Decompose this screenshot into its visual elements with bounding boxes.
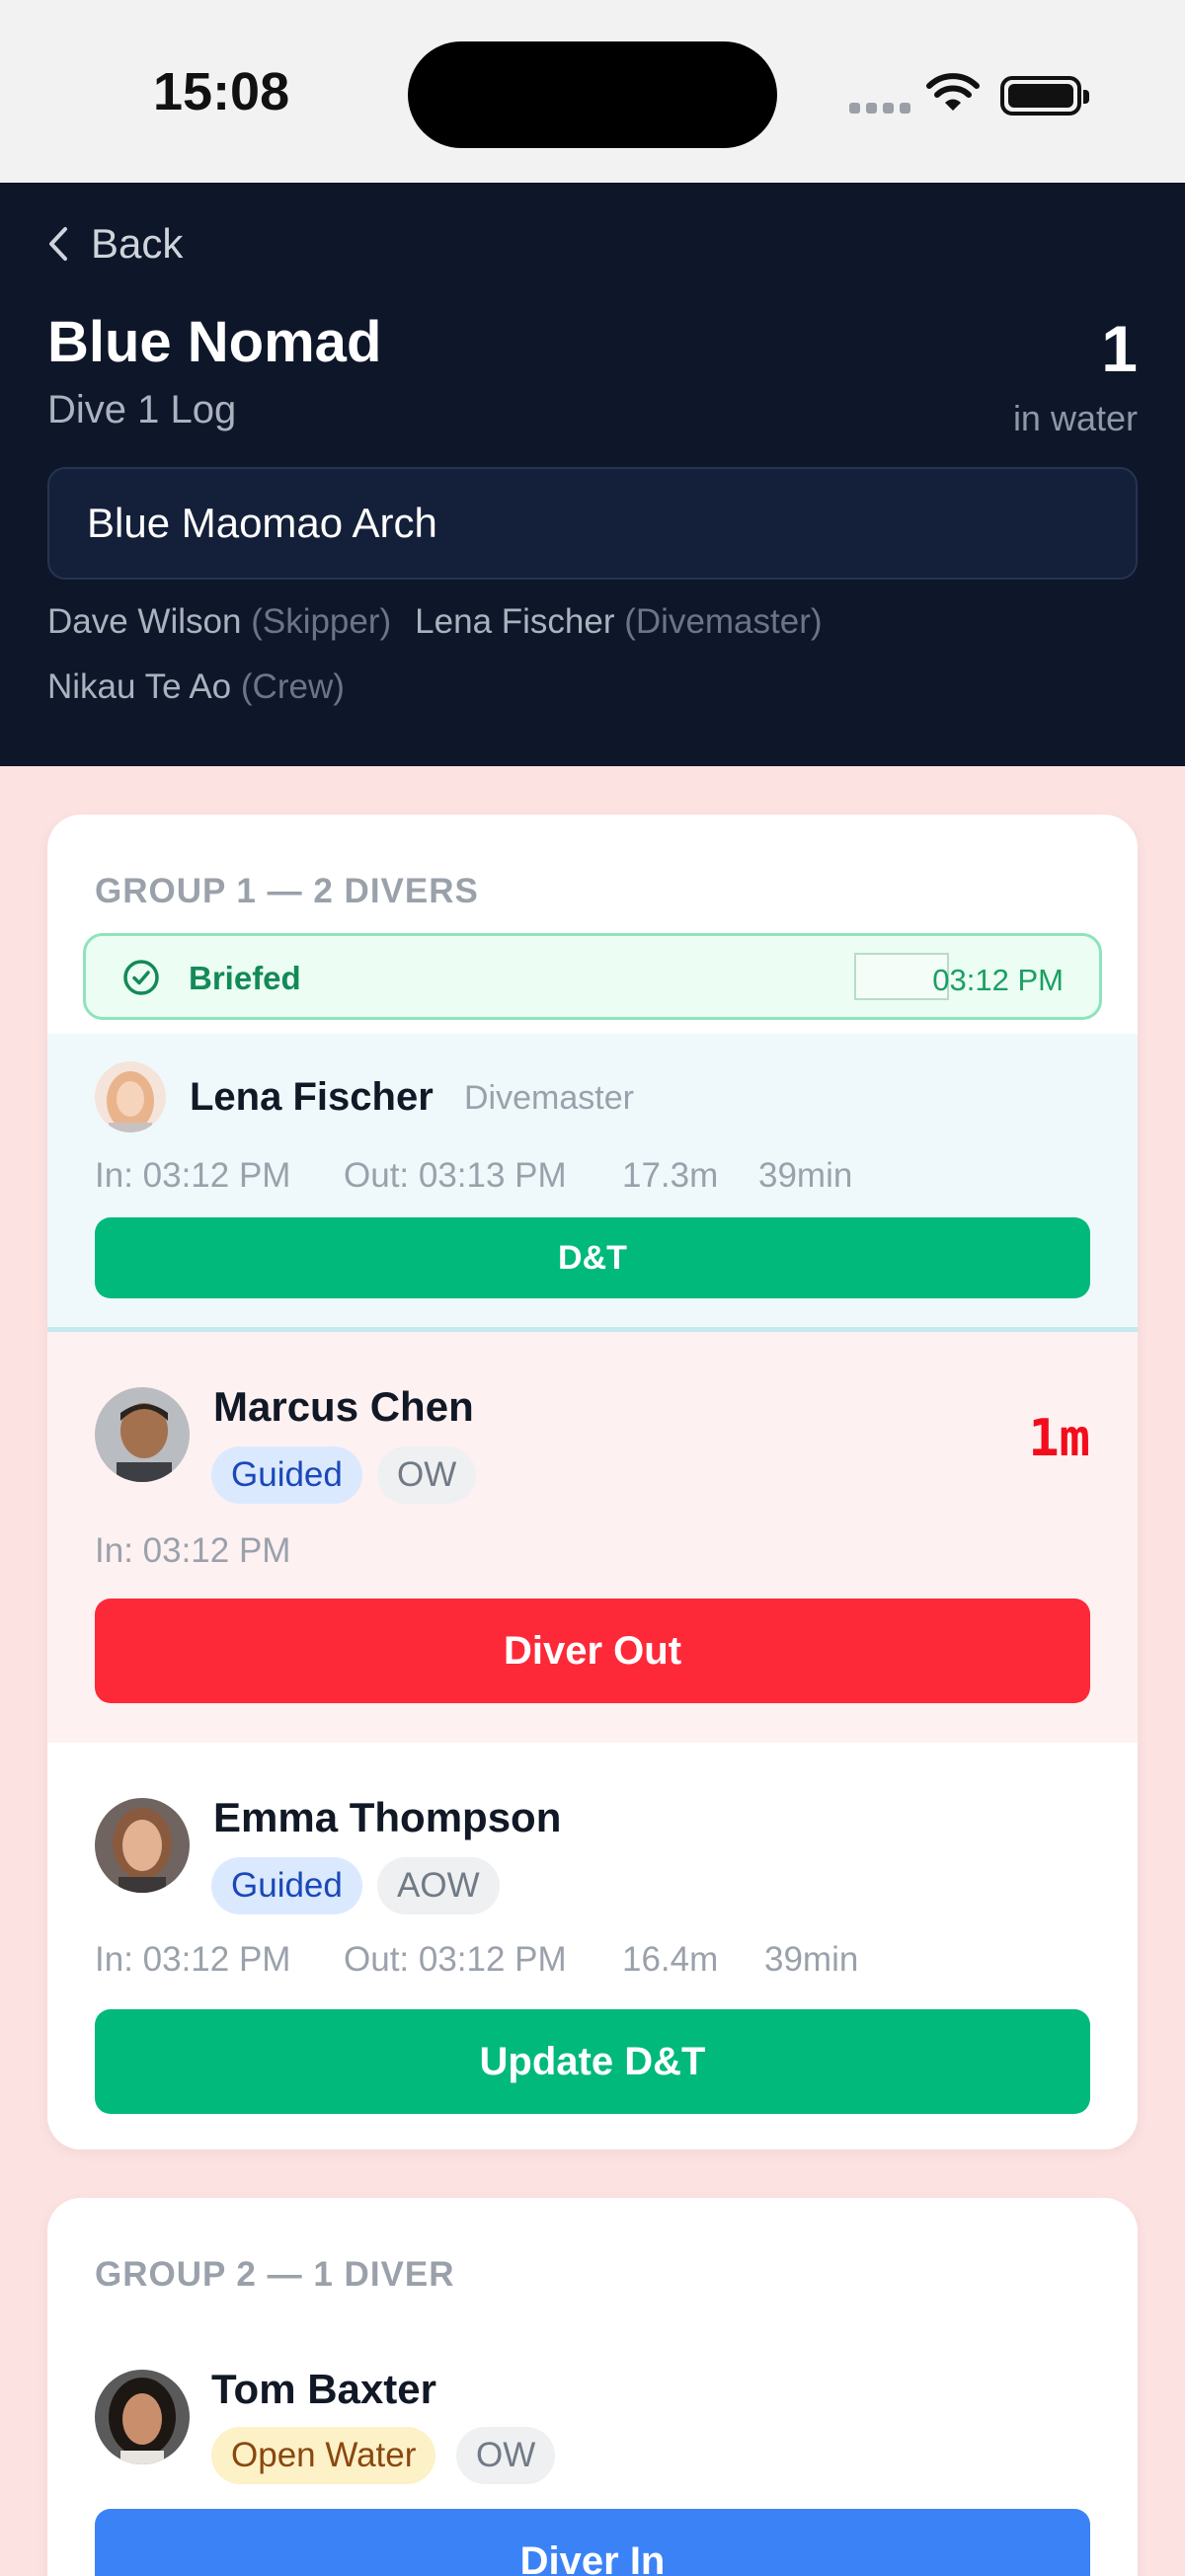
boat-name: Blue Nomad xyxy=(47,310,382,374)
avatar xyxy=(95,1798,190,1893)
back-button[interactable]: Back xyxy=(47,220,183,268)
crew-role: (Divemaster) xyxy=(624,602,823,641)
crew-name: Dave Wilson xyxy=(47,602,242,641)
status-bar: 15:08 xyxy=(0,0,1185,183)
crew-member: Lena Fischer (Divemaster) xyxy=(415,602,822,642)
briefed-time: 03:12 PM xyxy=(932,963,1064,997)
dive-site-input[interactable] xyxy=(47,467,1138,580)
time-in: In: 03:12 PM xyxy=(95,1940,291,1979)
in-water-timer: 1m xyxy=(1028,1409,1090,1468)
dive-log-header: Back Blue Nomad Dive 1 Log 1 in water Da… xyxy=(0,183,1185,766)
dive-log-subtitle: Dive 1 Log xyxy=(47,388,237,431)
cert-badge: AOW xyxy=(377,1857,500,1914)
dive-duration: 39min xyxy=(764,1940,859,1979)
leader-row: Lena Fischer Divemaster In: 03:12 PM Out… xyxy=(47,1034,1138,1332)
diver-name: Tom Baxter xyxy=(211,2366,436,2412)
guided-badge: Guided xyxy=(211,1446,362,1504)
chevron-left-icon xyxy=(49,227,67,261)
diver-name: Lena Fischer xyxy=(190,1075,434,1119)
time-out: Out: 03:13 PM xyxy=(344,1156,567,1195)
diver-name: Emma Thompson xyxy=(213,1794,562,1840)
cellular-signal-icon xyxy=(849,103,910,114)
diver-in-button[interactable]: Diver In xyxy=(95,2509,1090,2576)
avatar xyxy=(95,1061,166,1132)
diver-name: Marcus Chen xyxy=(213,1383,474,1430)
time-in: In: 03:12 PM xyxy=(95,1531,291,1570)
crew-role: (Skipper) xyxy=(251,602,392,641)
update-depth-time-button[interactable]: Update D&T xyxy=(95,2009,1090,2114)
guided-badge: Guided xyxy=(211,1857,362,1914)
diver-role: Divemaster xyxy=(464,1079,634,1117)
avatar xyxy=(95,1387,190,1482)
time-in: In: 03:12 PM xyxy=(95,1156,291,1195)
diver-row: Emma Thompson Guided AOW In: 03:12 PM Ou… xyxy=(47,1743,1138,2149)
in-water-count: 1 xyxy=(1101,312,1138,385)
battery-icon xyxy=(1000,76,1089,116)
diver-row: Marcus Chen Guided OW 1m In: 03:12 PM Di… xyxy=(47,1332,1138,1743)
cert-badge: OW xyxy=(456,2427,556,2484)
group-title: GROUP 2 — 1 DIVER xyxy=(95,2255,455,2294)
wifi-icon xyxy=(926,73,980,111)
crew-name: Lena Fischer xyxy=(415,602,615,641)
check-circle-icon xyxy=(123,960,159,995)
dive-duration: 39min xyxy=(758,1156,853,1195)
level-badge: Open Water xyxy=(211,2427,436,2484)
cert-badge: OW xyxy=(377,1446,477,1504)
crew-list: Dave Wilson (Skipper) Lena Fischer (Dive… xyxy=(47,602,1138,707)
briefed-label: Briefed xyxy=(189,960,301,996)
max-depth: 16.4m xyxy=(622,1940,719,1979)
crew-member: Dave Wilson (Skipper) xyxy=(47,602,391,642)
crew-name: Nikau Te Ao xyxy=(47,667,232,706)
avatar xyxy=(95,2370,190,2464)
dynamic-island xyxy=(408,41,777,148)
time-out: Out: 03:12 PM xyxy=(344,1940,567,1979)
group-title: GROUP 1 — 2 DIVERS xyxy=(95,872,479,910)
crew-role: (Crew) xyxy=(240,667,345,706)
depth-time-button[interactable]: D&T xyxy=(95,1217,1090,1298)
crew-member: Nikau Te Ao (Crew) xyxy=(47,667,345,707)
max-depth: 17.3m xyxy=(622,1156,719,1195)
briefed-status[interactable]: Briefed 03:12 PM xyxy=(83,933,1102,1020)
diver-out-button[interactable]: Diver Out xyxy=(95,1599,1090,1703)
back-label: Back xyxy=(91,220,184,267)
group-card: GROUP 2 — 1 DIVER Tom Baxter Open Water … xyxy=(47,2198,1138,2576)
status-time: 15:08 xyxy=(153,62,290,121)
group-card: GROUP 1 — 2 DIVERS Briefed 03:12 PM Lena… xyxy=(47,815,1138,2149)
in-water-label: in water xyxy=(1012,398,1138,438)
